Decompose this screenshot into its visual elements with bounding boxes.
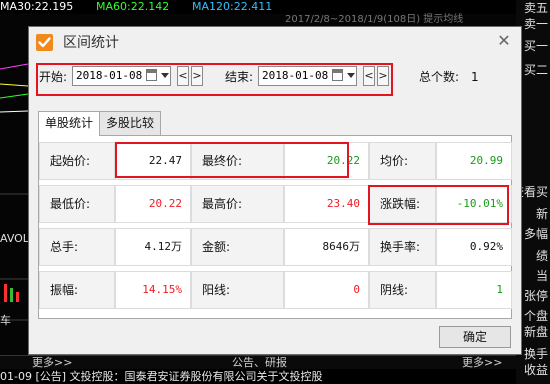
ma120-value: MA120:22.411 <box>192 0 273 13</box>
turnover-rate-value-cell: 0.92% <box>436 228 512 266</box>
up-candles-value: 0 <box>353 283 360 296</box>
avg-price-value: 20.99 <box>469 154 503 167</box>
checkmark-icon <box>36 34 53 51</box>
header-fragment: 2017/2/8~2018/1/9(108日) 提示均线 <box>285 14 464 25</box>
high-price-label: 最高价: <box>202 197 243 211</box>
start-price-label-cell: 起始价: <box>39 142 115 180</box>
amount-value-cell: 8646万 <box>284 228 369 266</box>
amount-value: 8646万 <box>322 240 361 253</box>
start-price-label: 起始价: <box>50 154 91 168</box>
avg-price-label: 均价: <box>380 154 409 168</box>
amplitude-label: 振幅: <box>50 283 79 297</box>
tab-single-stock[interactable]: 单股统计 <box>38 111 100 136</box>
amplitude-label-cell: 振幅: <box>39 271 115 309</box>
total-count-label: 总个数: <box>419 70 460 84</box>
avol-label: AVOL <box>0 232 29 245</box>
total-volume-label: 总手: <box>50 240 79 254</box>
up-candles-label: 阳线: <box>202 283 231 297</box>
right-quote-label: 个盘 <box>523 309 548 323</box>
amplitude-value: 14.15% <box>142 283 182 296</box>
right-quote-label: 新盘 <box>523 325 548 339</box>
news-ticker[interactable]: 01-09 [公告] 文投控股：国泰君安证券股份有限公司关于文投控股 <box>0 370 516 384</box>
avg-price-label-cell: 均价: <box>369 142 436 180</box>
amplitude-value-cell: 14.15% <box>115 271 191 309</box>
dialog-title: 区间统计 <box>63 35 119 51</box>
right-quote-label: 多幅 <box>523 227 548 241</box>
turnover-rate-label-cell: 换手率: <box>369 228 436 266</box>
right-quote-label: 绩 <box>535 249 548 263</box>
right-quote-label: 收益 <box>523 363 548 377</box>
low-price-label: 最低价: <box>50 197 91 211</box>
highlight-prices <box>115 142 349 178</box>
turnover-rate-value: 0.92% <box>469 240 503 253</box>
up-candles-label-cell: 阳线: <box>191 271 284 309</box>
total-count-value: 1 <box>471 70 479 84</box>
more-link-left[interactable]: 更多>> <box>32 356 72 369</box>
ma-indicator-bar: MA30:22.195 MA60:22.142 MA120:22.411 <box>0 0 550 14</box>
news-bar: 更多>> 公告、研报 更多>> <box>0 355 516 369</box>
total-volume-label-cell: 总手: <box>39 228 115 266</box>
ok-button[interactable]: 确定 <box>439 326 511 348</box>
right-quote-label: 新 <box>535 207 548 221</box>
high-price-value-cell: 23.40 <box>284 185 369 223</box>
turnover-rate-label: 换手率: <box>380 240 421 254</box>
total-volume-value: 4.12万 <box>144 240 183 253</box>
down-candles-label-cell: 阴线: <box>369 271 436 309</box>
chart-side-label: 车 <box>0 314 11 327</box>
amount-label-cell: 金额: <box>191 228 284 266</box>
high-price-label-cell: 最高价: <box>191 185 284 223</box>
right-quote-label: 换手 <box>523 347 548 361</box>
total-volume-value-cell: 4.12万 <box>115 228 191 266</box>
ma30-value: MA30:22.195 <box>0 0 74 13</box>
more-link-right[interactable]: 更多>> <box>462 356 502 369</box>
ma60-value: MA60:22.142 <box>96 0 170 13</box>
right-quote-label: 买一 <box>523 39 548 53</box>
low-price-value-cell: 20.22 <box>115 185 191 223</box>
low-price-value: 20.22 <box>148 197 182 210</box>
right-quote-label: 卖一 <box>523 17 548 31</box>
right-quote-label: 张停 <box>523 289 548 303</box>
amount-label: 金额: <box>202 240 231 254</box>
highlight-date-range <box>36 63 393 96</box>
down-candles-value: 1 <box>496 283 503 296</box>
high-price-value: 23.40 <box>326 197 360 210</box>
right-quote-label: 买二 <box>523 63 548 77</box>
down-candles-value-cell: 1 <box>436 271 512 309</box>
dialog-title-bar[interactable]: 区间统计 ✕ <box>29 27 521 59</box>
range-stats-dialog: 区间统计 ✕ 开始: 2018-01-08 < > 结束: 2018-01-08… <box>28 26 522 355</box>
right-quote-label: 当 <box>535 269 548 283</box>
highlight-change <box>368 185 509 225</box>
up-candles-value-cell: 0 <box>284 271 369 309</box>
right-quote-label: 卖五 <box>523 1 548 15</box>
news-tab-label[interactable]: 公告、研报 <box>232 356 287 369</box>
down-candles-label: 阴线: <box>380 283 409 297</box>
close-icon[interactable]: ✕ <box>495 32 513 50</box>
tab-multi-stock[interactable]: 多股比较 <box>99 111 161 135</box>
avg-price-value-cell: 20.99 <box>436 142 512 180</box>
low-price-label-cell: 最低价: <box>39 185 115 223</box>
